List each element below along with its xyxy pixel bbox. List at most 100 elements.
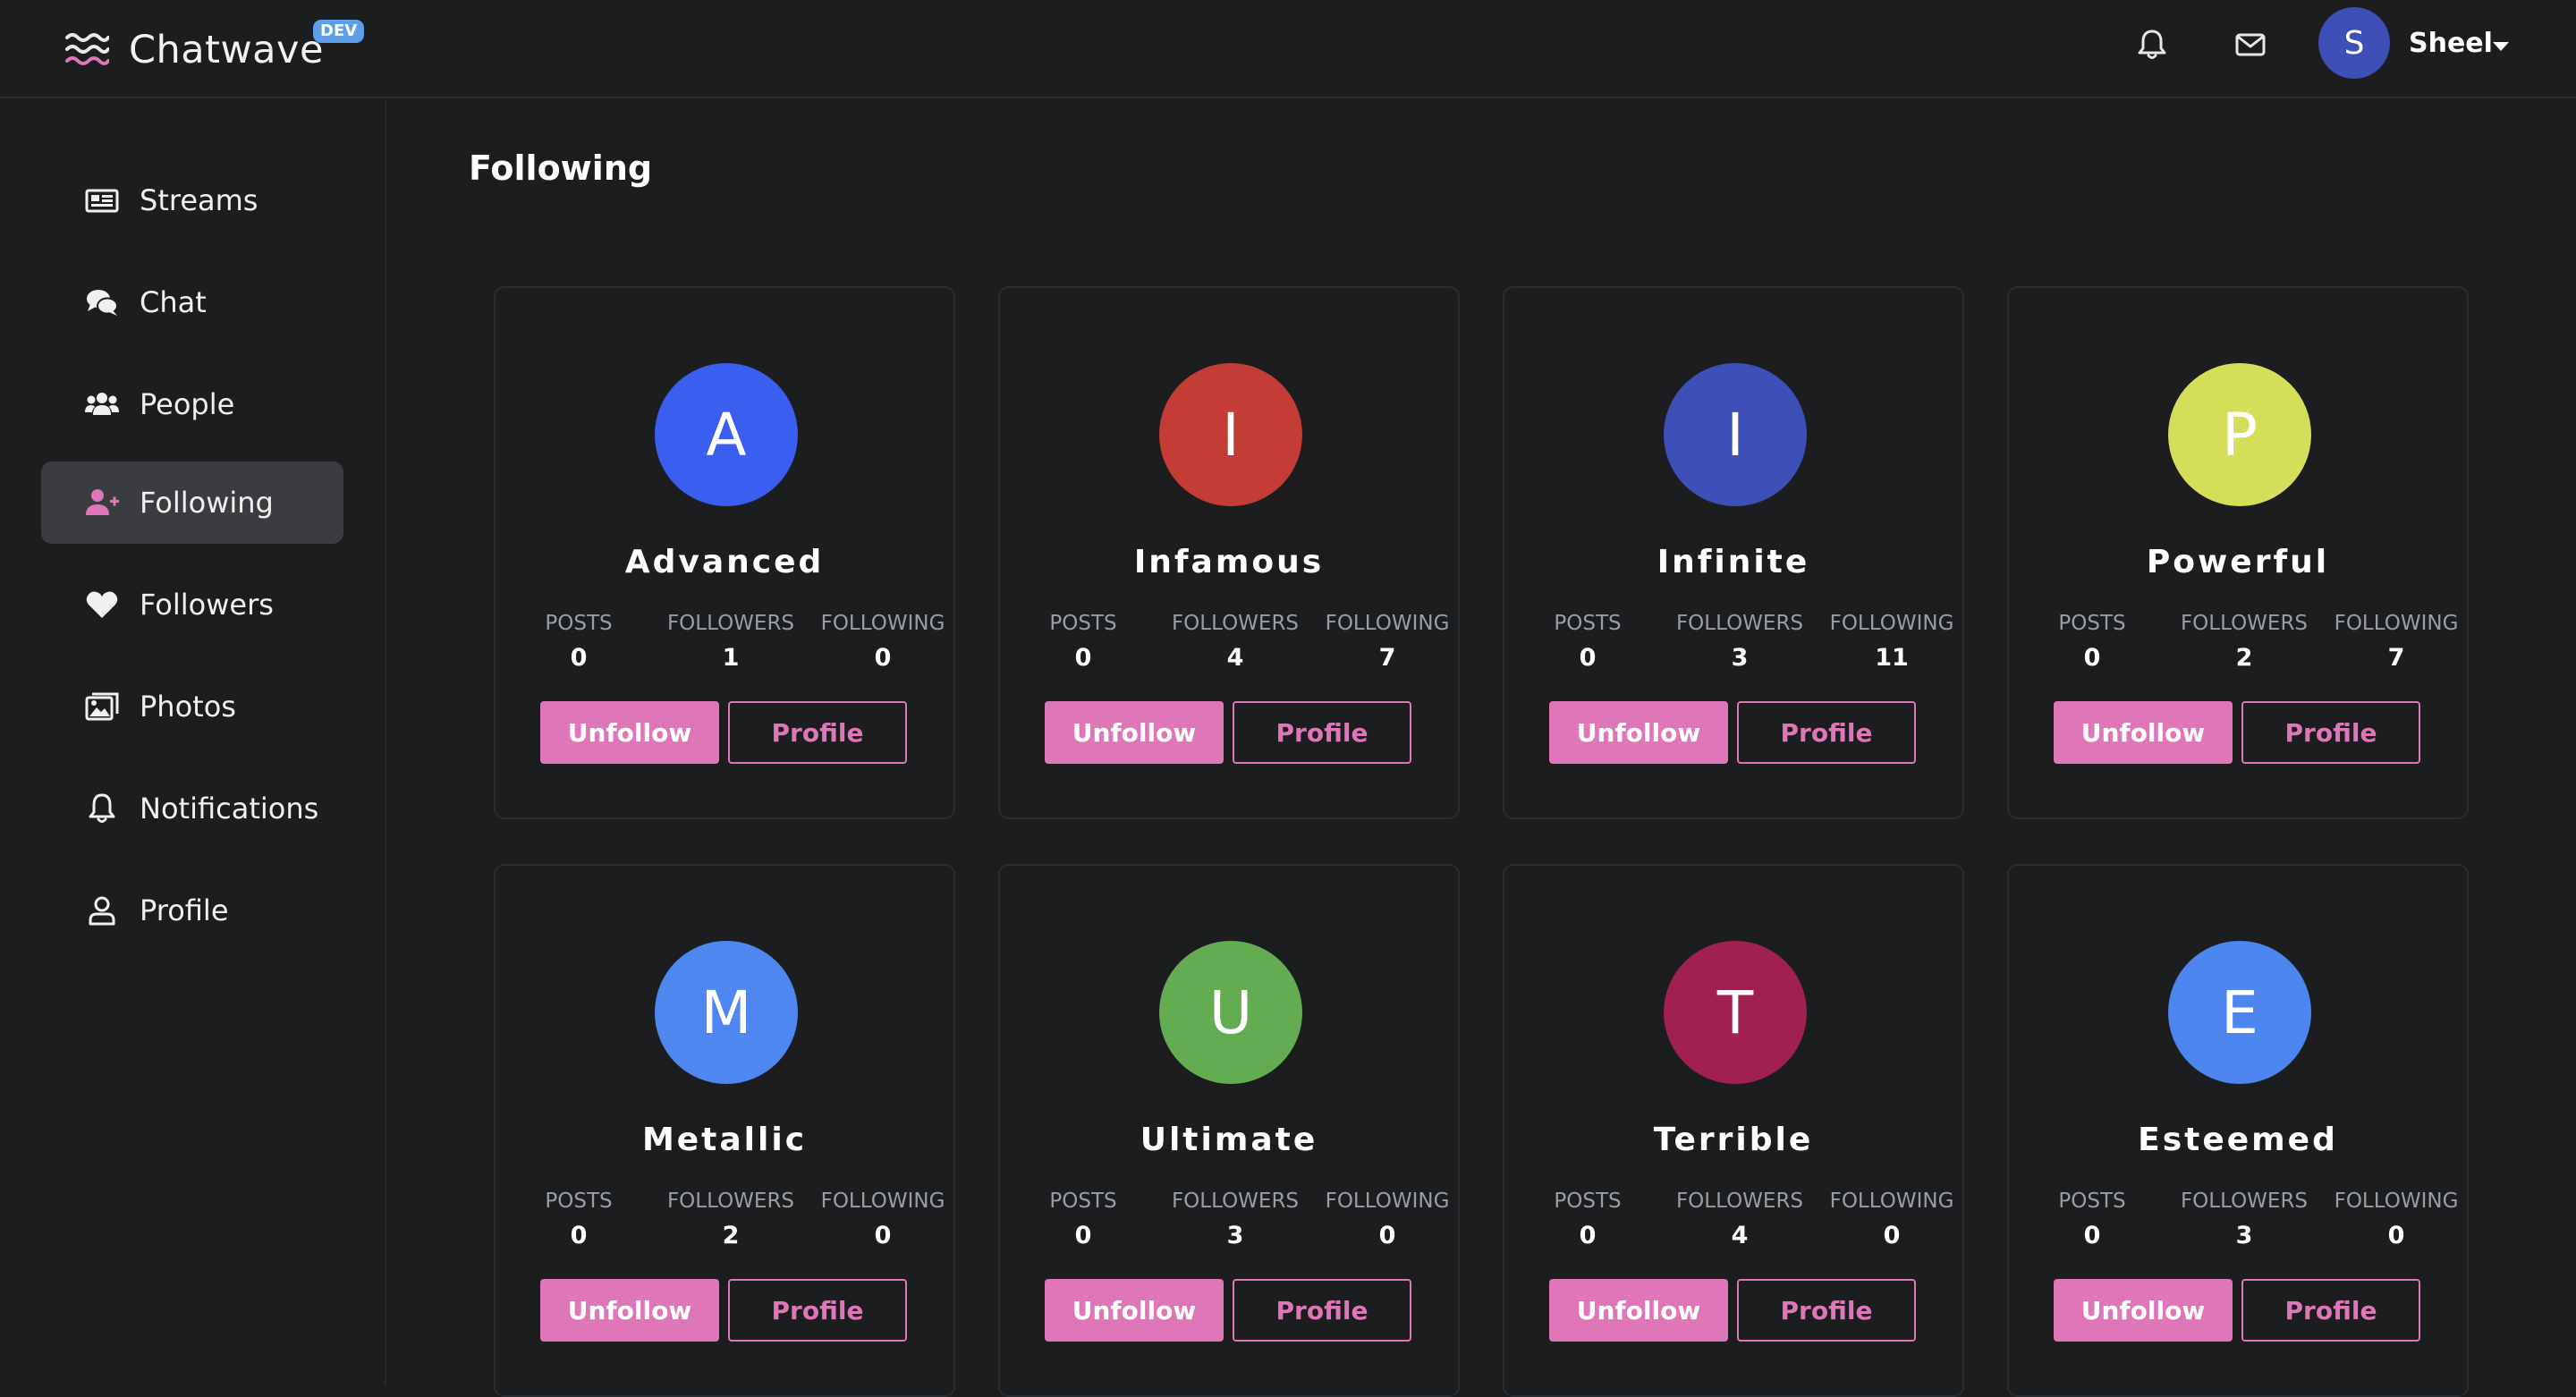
- stat-value: 3: [2235, 1222, 2253, 1249]
- stat-label: POSTS: [1049, 612, 1117, 635]
- user-avatar[interactable]: I: [1159, 363, 1302, 506]
- user-card: M Metallic POSTS 0 FOLLOWERS 2 FOLLOWING 0 …: [494, 864, 955, 1397]
- stat-value: 1: [722, 644, 740, 672]
- unfollow-button[interactable]: Unfollow: [540, 1279, 719, 1342]
- sidebar-item-notifications[interactable]: Notifications: [41, 767, 343, 850]
- dev-badge: DEV: [313, 20, 365, 43]
- user-name[interactable]: Sheel: [2409, 28, 2493, 59]
- sidebar-item-profile[interactable]: Profile: [41, 869, 343, 952]
- stat-value: 2: [722, 1222, 740, 1249]
- user-avatar[interactable]: T: [1664, 941, 1807, 1084]
- caret-down-icon[interactable]: [2492, 41, 2510, 52]
- stat-value: 0: [1883, 1222, 1901, 1249]
- unfollow-button[interactable]: Unfollow: [2054, 701, 2233, 764]
- stat-followers: FOLLOWERS 4: [1664, 1190, 1816, 1249]
- user-avatar[interactable]: P: [2168, 363, 2311, 506]
- unfollow-button[interactable]: Unfollow: [1549, 1279, 1728, 1342]
- profile-button[interactable]: Profile: [1233, 1279, 1411, 1342]
- profile-button[interactable]: Profile: [2241, 701, 2420, 764]
- user-avatar[interactable]: I: [1664, 363, 1807, 506]
- stat-posts: POSTS 0: [1512, 612, 1664, 672]
- stat-value: 0: [874, 1222, 892, 1249]
- user-icon: [89, 896, 115, 926]
- stat-followers: FOLLOWERS 3: [2168, 1190, 2320, 1249]
- user-avatar[interactable]: A: [655, 363, 798, 506]
- unfollow-button[interactable]: Unfollow: [1549, 701, 1728, 764]
- brand-link[interactable]: Chatwave DEV: [64, 20, 365, 77]
- profile-button[interactable]: Profile: [1737, 1279, 1916, 1342]
- stat-label: FOLLOWERS: [1171, 1190, 1300, 1213]
- stat-label: FOLLOWERS: [1675, 1190, 1804, 1213]
- stat-value: 0: [1378, 1222, 1396, 1249]
- user-avatar[interactable]: M: [655, 941, 798, 1084]
- stat-label: FOLLOWERS: [2180, 1190, 2309, 1213]
- sidebar-item-people[interactable]: People: [41, 363, 343, 445]
- stat-label: POSTS: [545, 1190, 613, 1213]
- bell-icon[interactable]: [2134, 27, 2170, 63]
- user-name: Infinite: [1657, 544, 1810, 580]
- user-card: U Ultimate POSTS 0 FOLLOWERS 3 FOLLOWING 0 …: [998, 864, 1460, 1397]
- stat-label: FOLLOWING: [1829, 612, 1954, 635]
- stat-posts: POSTS 0: [1512, 1190, 1664, 1249]
- stat-label: FOLLOWING: [820, 612, 945, 635]
- stat-label: FOLLOWERS: [1171, 612, 1300, 635]
- user-card: P Powerful POSTS 0 FOLLOWERS 2 FOLLOWING 7 …: [2007, 286, 2469, 819]
- sidebar-item-chat[interactable]: Chat: [41, 261, 343, 343]
- sidebar-item-label: Notifications: [140, 792, 319, 826]
- stat-label: FOLLOWERS: [666, 1190, 795, 1213]
- profile-button[interactable]: Profile: [1737, 701, 1916, 764]
- stat-posts: POSTS 0: [2016, 612, 2168, 672]
- profile-button[interactable]: Profile: [1233, 701, 1411, 764]
- sidebar-item-label: Chat: [140, 285, 207, 319]
- user-card: I Infamous POSTS 0 FOLLOWERS 4 FOLLOWING 7 …: [998, 286, 1460, 819]
- user-name: Esteemed: [2138, 1122, 2338, 1158]
- stat-value: 0: [570, 644, 588, 672]
- stat-followers: FOLLOWERS 3: [1159, 1190, 1311, 1249]
- stat-value: 4: [1226, 644, 1244, 672]
- user-name: Ultimate: [1140, 1122, 1318, 1158]
- unfollow-button[interactable]: Unfollow: [540, 701, 719, 764]
- sidebar-item-following[interactable]: Following: [41, 461, 343, 544]
- stat-following: FOLLOWING 0: [1816, 1190, 1968, 1249]
- envelope-icon[interactable]: [2233, 27, 2268, 63]
- stat-value: 7: [1378, 644, 1396, 672]
- sidebar-item-label: Streams: [140, 183, 258, 217]
- unfollow-button[interactable]: Unfollow: [1045, 701, 1224, 764]
- stat-value: 0: [1579, 1222, 1597, 1249]
- stat-posts: POSTS 0: [503, 612, 655, 672]
- sidebar-item-photos[interactable]: Photos: [41, 665, 343, 748]
- sidebar-item-followers[interactable]: Followers: [41, 563, 343, 646]
- profile-button[interactable]: Profile: [728, 701, 907, 764]
- sidebar: Streams Chat People Following Followers …: [0, 100, 386, 1386]
- sidebar-item-streams[interactable]: Streams: [41, 159, 343, 241]
- stat-value: 3: [1731, 644, 1749, 672]
- stat-label: FOLLOWING: [1325, 1190, 1450, 1213]
- stat-value: 0: [2387, 1222, 2405, 1249]
- stat-followers: FOLLOWERS 2: [2168, 612, 2320, 672]
- user-plus-icon: [86, 489, 119, 515]
- user-name: Terrible: [1653, 1122, 1814, 1158]
- stat-posts: POSTS 0: [2016, 1190, 2168, 1249]
- images-icon: [85, 692, 119, 721]
- stat-value: 3: [1226, 1222, 1244, 1249]
- stat-posts: POSTS 0: [503, 1190, 655, 1249]
- stat-followers: FOLLOWERS 3: [1664, 612, 1816, 672]
- stat-following: FOLLOWING 0: [2320, 1190, 2472, 1249]
- sidebar-item-label: Followers: [140, 588, 274, 622]
- user-name: Infamous: [1133, 544, 1325, 580]
- unfollow-button[interactable]: Unfollow: [1045, 1279, 1224, 1342]
- unfollow-button[interactable]: Unfollow: [2054, 1279, 2233, 1342]
- user-card: I Infinite POSTS 0 FOLLOWERS 3 FOLLOWING 11…: [1503, 286, 1964, 819]
- user-avatar[interactable]: E: [2168, 941, 2311, 1084]
- profile-button[interactable]: Profile: [728, 1279, 907, 1342]
- stat-label: POSTS: [2058, 612, 2126, 635]
- top-bar: Chatwave DEV S Sheel: [0, 0, 2576, 98]
- user-avatar[interactable]: U: [1159, 941, 1302, 1084]
- stat-label: POSTS: [1554, 612, 1622, 635]
- user-card: T Terrible POSTS 0 FOLLOWERS 4 FOLLOWING 0 …: [1503, 864, 1964, 1397]
- stat-label: FOLLOWERS: [2180, 612, 2309, 635]
- bell-icon: [89, 793, 115, 823]
- profile-button[interactable]: Profile: [2241, 1279, 2420, 1342]
- stat-value: 0: [570, 1222, 588, 1249]
- user-avatar[interactable]: S: [2318, 7, 2390, 79]
